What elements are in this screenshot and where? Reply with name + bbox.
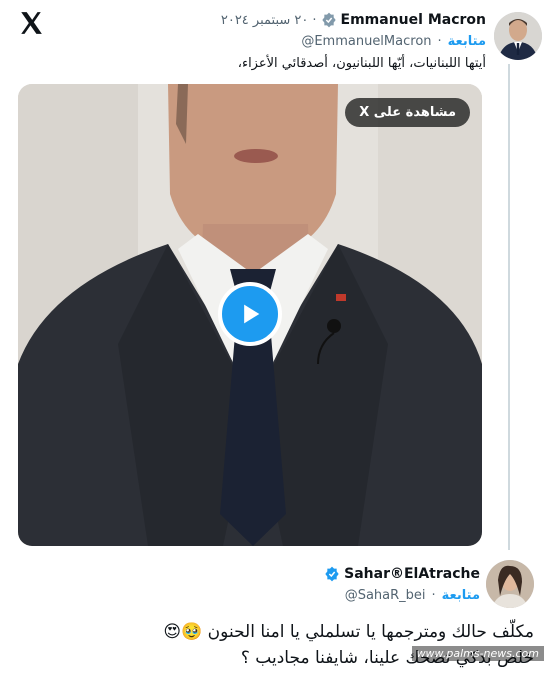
tweet-text: أيتها اللبنانيات، أيّها اللبنانيون، أصدق… [237,56,486,71]
tweet-header: ٢٠ سبتمبر ٢٠٢٤ · Emmanuel Macron [221,12,486,28]
watch-on-x-button[interactable]: مشاهدة على X [345,98,470,127]
verified-badge-icon [325,566,339,582]
avatar[interactable] [486,560,534,608]
follow-button[interactable]: متابعة [442,588,480,603]
thread-connector-line [508,64,510,550]
tweet-text-line-1: مكلّف حالك ومترجمها يا تسلملي يا امنا ال… [163,622,534,642]
tweet-header: Sahar®ElAtrache [324,566,480,582]
play-icon[interactable] [218,282,282,346]
video-player[interactable]: مشاهدة على X [18,84,482,546]
author-name[interactable]: Emmanuel Macron [341,12,486,28]
handle-row: @EmmanuelMacron · متابعة [301,34,486,49]
author-handle[interactable]: @SahaR_bei [345,588,426,603]
watermark: www.palms-news.com [411,646,544,661]
follow-button[interactable]: متابعة [448,34,486,49]
separator-dot: · [312,12,317,28]
tweet-date[interactable]: ٢٠ سبتمبر ٢٠٢٤ [221,13,309,28]
avatar[interactable] [494,12,542,60]
verified-badge-icon [321,12,336,28]
x-logo-icon[interactable] [18,10,44,36]
handle-row: @SahaR_bei · متابعة [344,588,480,603]
author-name[interactable]: Sahar®ElAtrache [344,566,480,582]
author-handle[interactable]: @EmmanuelMacron [301,34,431,49]
